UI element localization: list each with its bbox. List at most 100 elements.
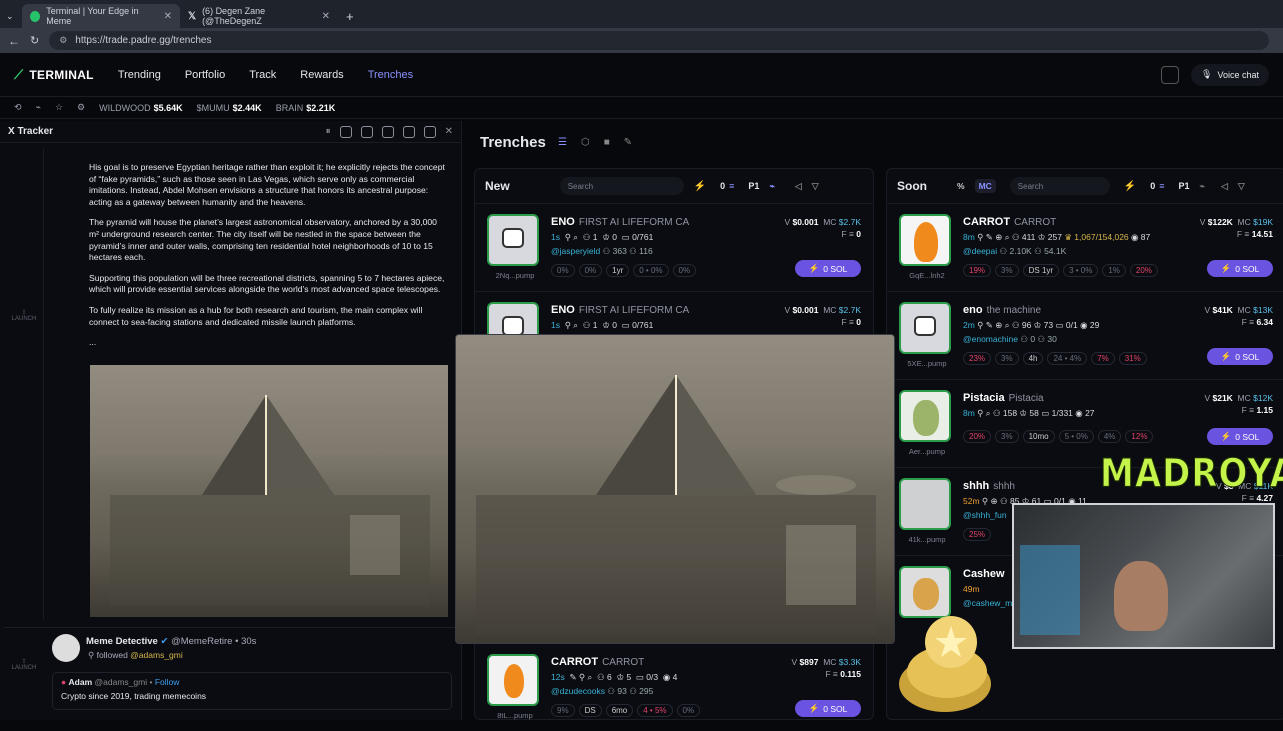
followed-handle[interactable]: @adams_gmi — [130, 650, 183, 660]
token-name: Cashew — [963, 568, 1005, 580]
pause-icon[interactable]: ⏸ — [326, 126, 331, 137]
ticker-item[interactable]: BRAIN $2.21K — [276, 103, 336, 113]
token-address[interactable]: 41k...pump — [899, 535, 955, 544]
creator-handle[interactable]: @deepai ⚇ 2.10K ⚇ 54.1K — [963, 246, 1066, 257]
token-avatar[interactable]: GqE...lnh2 — [899, 214, 951, 280]
token-address[interactable]: 2Nq...pump — [487, 271, 543, 280]
token-metrics: 20% 3% 10mo 5 • 0% 4% 12% — [963, 430, 1154, 443]
lightning-icon[interactable]: ⚡ — [1124, 181, 1136, 192]
lightning-icon[interactable]: ⚡ — [694, 181, 706, 192]
quickbuy-amount[interactable]: 0 — [1150, 181, 1155, 191]
author-name[interactable]: Meme Detective — [86, 636, 158, 647]
chart-icon[interactable]: ⌁ — [1200, 181, 1205, 192]
browser-tab-terminal[interactable]: Terminal | Your Edge in Meme ✕ — [22, 4, 180, 28]
nav-portfolio[interactable]: Portfolio — [185, 69, 225, 81]
buy-button[interactable]: ⚡ 0 SOL — [795, 260, 861, 277]
token-address[interactable]: 8tL...pump — [487, 711, 543, 720]
image-preview-overlay[interactable] — [455, 334, 895, 644]
back-arrow-icon[interactable]: ← — [8, 34, 20, 48]
token-avatar[interactable]: 5XE...pump — [899, 302, 951, 368]
tweet-paragraph: The pyramid will house the planet’s larg… — [89, 217, 437, 263]
buy-button[interactable]: ⚡ 0 SOL — [1207, 348, 1273, 365]
buy-button[interactable]: ⚡ 0 SOL — [795, 700, 861, 717]
token-avatar[interactable]: 41k...pump — [899, 478, 951, 544]
new-tab-button[interactable]: + — [338, 4, 362, 28]
preset-selector[interactable]: P1 — [1179, 181, 1190, 191]
column-title: New — [485, 179, 510, 193]
author-handle[interactable]: @MemeRetire — [171, 636, 232, 647]
nav-track[interactable]: Track — [249, 69, 276, 81]
search-input[interactable]: Search — [1009, 177, 1110, 195]
site-info-icon[interactable]: ⚙ — [59, 35, 67, 46]
search-input[interactable]: Search — [559, 177, 684, 195]
mc-toggle[interactable]: MC — [974, 179, 996, 193]
x-tracker-panel: X Tracker ⏸ ✕ ⇪ LAUNCH His goal is to pre… — [0, 121, 462, 720]
copy-icon[interactable] — [402, 125, 415, 138]
filter-icon[interactable]: ▽ — [1238, 181, 1245, 192]
launch-label[interactable]: ⇪ LAUNCH — [6, 309, 42, 322]
token-card[interactable]: 5XE...pump eno the machine 2m ⚲ ✎ ⊕ ⌕ ⚇ 9… — [887, 291, 1283, 379]
ticker-item[interactable]: $MUMU $2.44K — [197, 103, 262, 113]
close-tab-icon[interactable]: ✕ — [164, 11, 172, 22]
quickbuy-amount[interactable]: 0 — [720, 181, 725, 191]
creator-handle[interactable]: @jasperyield ⚇ 363 ⚇ 116 — [551, 246, 653, 257]
cube-icon[interactable]: ⬡ — [581, 137, 590, 148]
mute-icon[interactable]: ◁ — [795, 181, 802, 192]
token-address[interactable]: GqE...lnh2 — [899, 271, 955, 280]
nav-trending[interactable]: Trending — [118, 69, 161, 81]
chart-icon[interactable]: ⌁ — [769, 181, 774, 192]
creator-handle[interactable]: @enomachine ⚇ 0 ⚇ 30 — [963, 334, 1057, 345]
external-link-icon[interactable] — [423, 125, 436, 138]
filter-icon[interactable]: ▽ — [812, 181, 819, 192]
chart-icon[interactable]: ⌁ — [36, 102, 41, 113]
token-card[interactable]: 2Nq...pump ENO FIRST AI LIFEFORM CA 1s ⚲ … — [475, 203, 873, 291]
buy-button[interactable]: ⚡ 0 SOL — [1207, 428, 1273, 445]
percent-toggle[interactable]: % — [957, 181, 965, 191]
token-address[interactable]: 5XE...pump — [899, 359, 955, 368]
creator-handle[interactable]: @cashew_m — [963, 598, 1012, 608]
voice-chat-button[interactable]: 🎙 Voice chat — [1191, 63, 1269, 86]
browser-tab-x[interactable]: 𝕏 (6) Degen Zane (@TheDegenZ ✕ — [180, 4, 338, 28]
filter-icon[interactable] — [381, 125, 394, 138]
token-card[interactable]: GqE...lnh2 CARROT CARROT 8m ⚲ ✎ ⊕ ⌕ ⚇ 411… — [887, 203, 1283, 291]
history-icon[interactable]: ⟲ — [14, 102, 22, 113]
tab-search-button[interactable]: ⌄ — [0, 4, 22, 28]
token-avatar[interactable]: 2Nq...pump — [487, 214, 539, 280]
launch-label[interactable]: ⇪ LAUNCH — [6, 658, 42, 671]
token-name: ENO FIRST AI LIFEFORM CA — [551, 216, 690, 228]
nav-rewards[interactable]: Rewards — [300, 69, 343, 81]
pen-icon[interactable]: ✎ — [624, 137, 632, 148]
gear-icon[interactable] — [339, 125, 352, 138]
token-avatar[interactable]: Aer...pump — [899, 390, 951, 456]
terminal-logo[interactable]: ⟋ TERMINAL — [14, 67, 94, 83]
token-price: V $41K MC $13K F ≡ 6.34 — [1204, 305, 1273, 327]
creator-handle[interactable]: @shhh_fun — [963, 510, 1007, 520]
quoted-profile[interactable]: ● Adam @adams_gmi • Follow Crypto since … — [52, 672, 452, 710]
speaker-icon[interactable] — [360, 125, 373, 138]
settings-icon[interactable]: ⚙ — [77, 102, 85, 113]
star-icon[interactable]: ☆ — [55, 102, 63, 113]
close-tab-icon[interactable]: ✕ — [322, 11, 330, 22]
reload-icon[interactable]: ↻ — [30, 34, 39, 47]
avatar[interactable] — [52, 634, 80, 662]
token-card[interactable]: 8tL...pump CARROT CARROT 12s ✎ ⚲ ⌕ ⚇ 6 ♔ … — [475, 643, 873, 731]
buy-button[interactable]: ⚡ 0 SOL — [1207, 260, 1273, 277]
voice-chat-label: Voice chat — [1217, 69, 1259, 80]
logo-text: TERMINAL — [29, 67, 94, 82]
token-avatar[interactable]: 8tL...pump — [487, 654, 539, 720]
list-view-icon[interactable]: ☰ — [558, 137, 567, 148]
preset-selector[interactable]: P1 — [748, 181, 759, 191]
creator-handle[interactable]: @dzudecooks ⚇ 93 ⚇ 295 — [551, 686, 653, 697]
tracker-title: X Tracker — [8, 126, 54, 137]
token-address[interactable]: Aer...pump — [899, 447, 955, 456]
scan-icon[interactable] — [1161, 65, 1180, 84]
ticker-item[interactable]: WILDWOOD $5.64K — [99, 103, 183, 113]
token-avatar[interactable] — [899, 566, 951, 618]
follow-link[interactable]: Follow — [155, 677, 180, 687]
nav-trenches[interactable]: Trenches — [368, 69, 413, 81]
square-icon[interactable]: ■ — [604, 137, 610, 148]
url-field[interactable]: ⚙ https://trade.padre.gg/trenches — [49, 31, 1270, 50]
tweet-image-pyramid[interactable] — [90, 365, 448, 617]
mute-icon[interactable]: ◁ — [1221, 181, 1228, 192]
close-icon[interactable]: ✕ — [445, 126, 453, 137]
